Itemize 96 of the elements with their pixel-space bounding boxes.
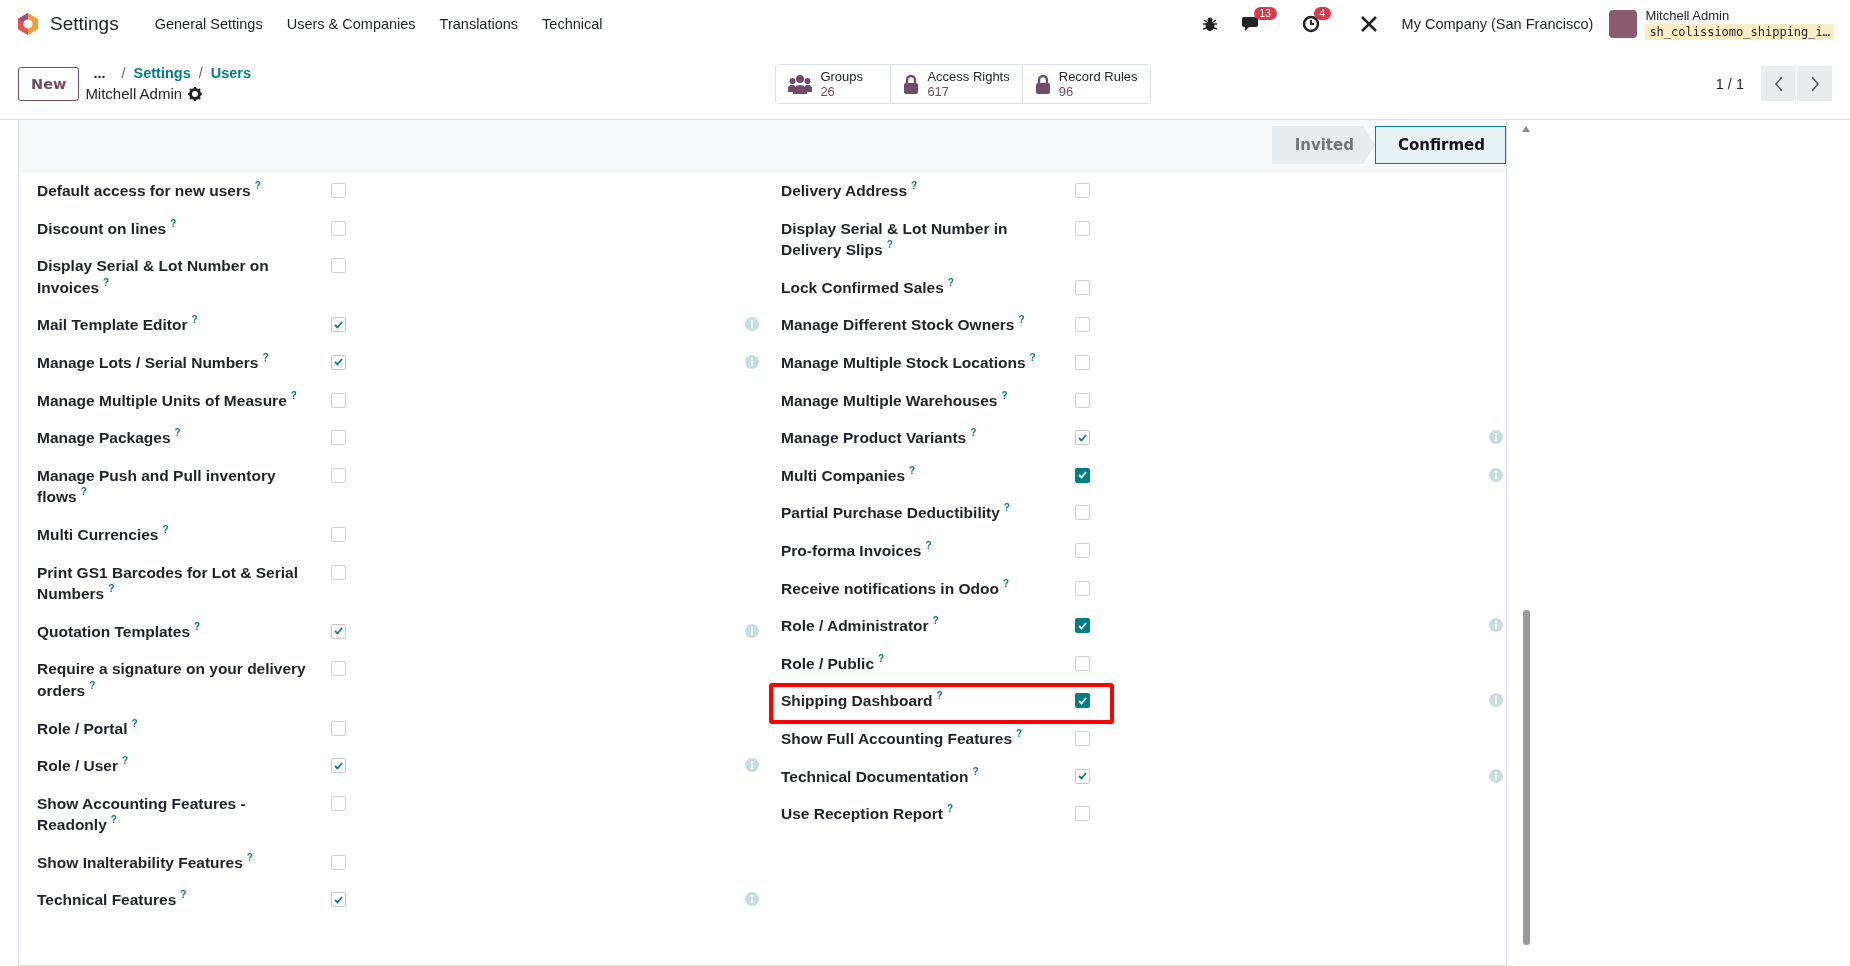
info-icon[interactable] xyxy=(1489,693,1503,708)
info-icon[interactable] xyxy=(1489,618,1503,633)
record-title: Mitchell Admin xyxy=(85,85,183,102)
field-label: Role / Administrator $^{?}$ xyxy=(781,615,940,637)
scroll-up-icon[interactable] xyxy=(1522,126,1530,132)
field-label: Technical Documentation $^{?}$ xyxy=(781,765,980,787)
field-label: Quotation Templates $^{?}$ xyxy=(37,620,202,642)
status-stage[interactable]: Invited xyxy=(1271,126,1375,164)
info-icon[interactable] xyxy=(1489,467,1503,482)
field-label: Show Accounting Features - Readonly $^{?}$ xyxy=(37,793,247,836)
checkbox[interactable] xyxy=(1075,693,1090,709)
info-icon[interactable] xyxy=(1489,430,1503,445)
field-label: Default access for new users $^{?}$ xyxy=(37,180,262,201)
notification-badge: 13 xyxy=(1253,7,1277,20)
checkmark-icon xyxy=(1078,621,1087,630)
field-label: Manage Multiple Warehouses $^{?}$ xyxy=(781,389,1009,411)
field-label: Manage Different Stock Owners $^{?}$ xyxy=(781,314,1026,336)
menu-item[interactable]: Technical xyxy=(530,16,615,32)
field-label: Technical Features $^{?}$ xyxy=(37,889,188,911)
checkmark-icon xyxy=(334,627,343,636)
breadcrumb-link[interactable]: Settings xyxy=(133,65,191,81)
menu-item[interactable]: General Settings xyxy=(142,16,275,32)
field-label: Use Reception Report $^{?}$ xyxy=(781,803,955,825)
checkbox[interactable] xyxy=(331,758,346,774)
checkmark-icon xyxy=(1078,433,1087,442)
users-icon xyxy=(788,73,813,94)
breadcrumb-more[interactable]: ... xyxy=(85,65,114,81)
info-icon[interactable] xyxy=(1489,768,1503,783)
breadcrumb-separator: / xyxy=(121,65,126,81)
field-label: Role / Portal $^{?}$ xyxy=(37,717,139,739)
checkmark-icon xyxy=(334,761,343,770)
field-label: Show Full Accounting Features $^{?}$ xyxy=(781,727,1024,749)
pager-value[interactable]: 1 / 1 xyxy=(1715,75,1744,92)
field-label: Pro-forma Invoices $^{?}$ xyxy=(781,539,933,561)
lock-icon xyxy=(903,73,920,94)
status-stage[interactable]: Confirmed xyxy=(1374,126,1506,164)
checkbox[interactable] xyxy=(331,892,346,908)
chevron-right-icon[interactable] xyxy=(1809,75,1820,92)
checkbox[interactable] xyxy=(1075,768,1090,784)
field-label: Show Inalterability Features $^{?}$ xyxy=(37,851,254,873)
field-label: Manage Push and Pull inventory flows $^{?}$ xyxy=(37,465,277,508)
menu-item[interactable]: Users & Companies xyxy=(274,16,428,32)
clock-icon[interactable] xyxy=(1301,15,1320,33)
field-label: Discount on lines $^{?}$ xyxy=(37,217,178,239)
app-logo-icon[interactable] xyxy=(16,12,40,36)
checkbox[interactable] xyxy=(1075,618,1090,634)
field-label: Receive notifications in Odoo $^{?}$ xyxy=(781,577,1010,599)
database-name: sh_colissiomo_shipping_i… xyxy=(1645,24,1834,40)
field-label: Multi Currencies $^{?}$ xyxy=(37,523,170,545)
checkmark-icon xyxy=(334,895,343,904)
checkmark-icon xyxy=(1078,471,1087,480)
user-name[interactable]: Mitchell Admin xyxy=(1645,8,1834,24)
user-avatar[interactable] xyxy=(1609,10,1638,38)
checkbox[interactable] xyxy=(331,623,346,639)
field-label: Delivery Address $^{?}$ xyxy=(781,180,919,201)
field-label: Shipping Dashboard $^{?}$ xyxy=(781,690,944,712)
field-label: Role / Public $^{?}$ xyxy=(781,652,886,674)
field-label: Display Serial & Lot Number on Invoices $^{?}$ xyxy=(37,256,270,298)
checkbox[interactable] xyxy=(331,317,346,333)
breadcrumb-link[interactable]: Users xyxy=(210,65,252,81)
notification-badge: 4 xyxy=(1313,7,1332,20)
info-icon[interactable] xyxy=(745,317,759,332)
breadcrumb-separator: / xyxy=(198,65,203,81)
info-icon[interactable] xyxy=(745,354,759,369)
field-label: Print GS1 Barcodes for Lot & Serial Numbers $^{?}$ xyxy=(37,562,299,605)
checkbox[interactable] xyxy=(1075,467,1090,483)
bug-icon[interactable] xyxy=(1201,16,1218,32)
checkmark-icon xyxy=(334,320,343,329)
lock-icon xyxy=(1034,73,1051,94)
field-label: Lock Confirmed Sales $^{?}$ xyxy=(781,276,955,298)
field-label: Manage Lots / Serial Numbers $^{?}$ xyxy=(37,351,270,373)
field-label: Require a signature on your delivery orders $^{?}$ xyxy=(37,659,307,701)
info-icon[interactable] xyxy=(745,758,759,773)
field-label: Display Serial & Lot Number in Delivery Slips $^{?}$ xyxy=(781,218,1009,261)
info-icon[interactable] xyxy=(745,892,759,907)
checkmark-icon xyxy=(1078,772,1087,780)
smart-button[interactable]: Groups 26 xyxy=(776,64,892,103)
checkmark-icon xyxy=(1078,696,1087,705)
checkmark-icon xyxy=(334,358,343,367)
field-label: Manage Multiple Stock Locations $^{?}$ xyxy=(781,351,1037,373)
field-label: Multi Companies $^{?}$ xyxy=(781,464,917,486)
field-label: Manage Packages $^{?}$ xyxy=(37,427,182,449)
field-label: Role / User $^{?}$ xyxy=(37,755,130,777)
field-label: Partial Purchase Deductibility $^{?}$ xyxy=(781,502,1011,524)
checkbox[interactable] xyxy=(331,354,346,370)
chevron-left-icon[interactable] xyxy=(1773,75,1784,92)
field-label: Manage Multiple Units of Measure $^{?}$ xyxy=(37,389,298,411)
menu-item[interactable]: Translations xyxy=(427,16,531,32)
field-label: Mail Template Editor $^{?}$ xyxy=(37,314,199,336)
app-name[interactable]: Settings xyxy=(50,13,119,35)
info-icon[interactable] xyxy=(745,623,759,638)
gear-icon[interactable] xyxy=(188,86,203,101)
field-label: Manage Product Variants $^{?}$ xyxy=(781,427,978,449)
new-button[interactable]: New xyxy=(18,66,80,101)
checkbox[interactable] xyxy=(1075,430,1090,446)
company-switcher[interactable]: My Company (San Francisco) xyxy=(1401,16,1594,32)
